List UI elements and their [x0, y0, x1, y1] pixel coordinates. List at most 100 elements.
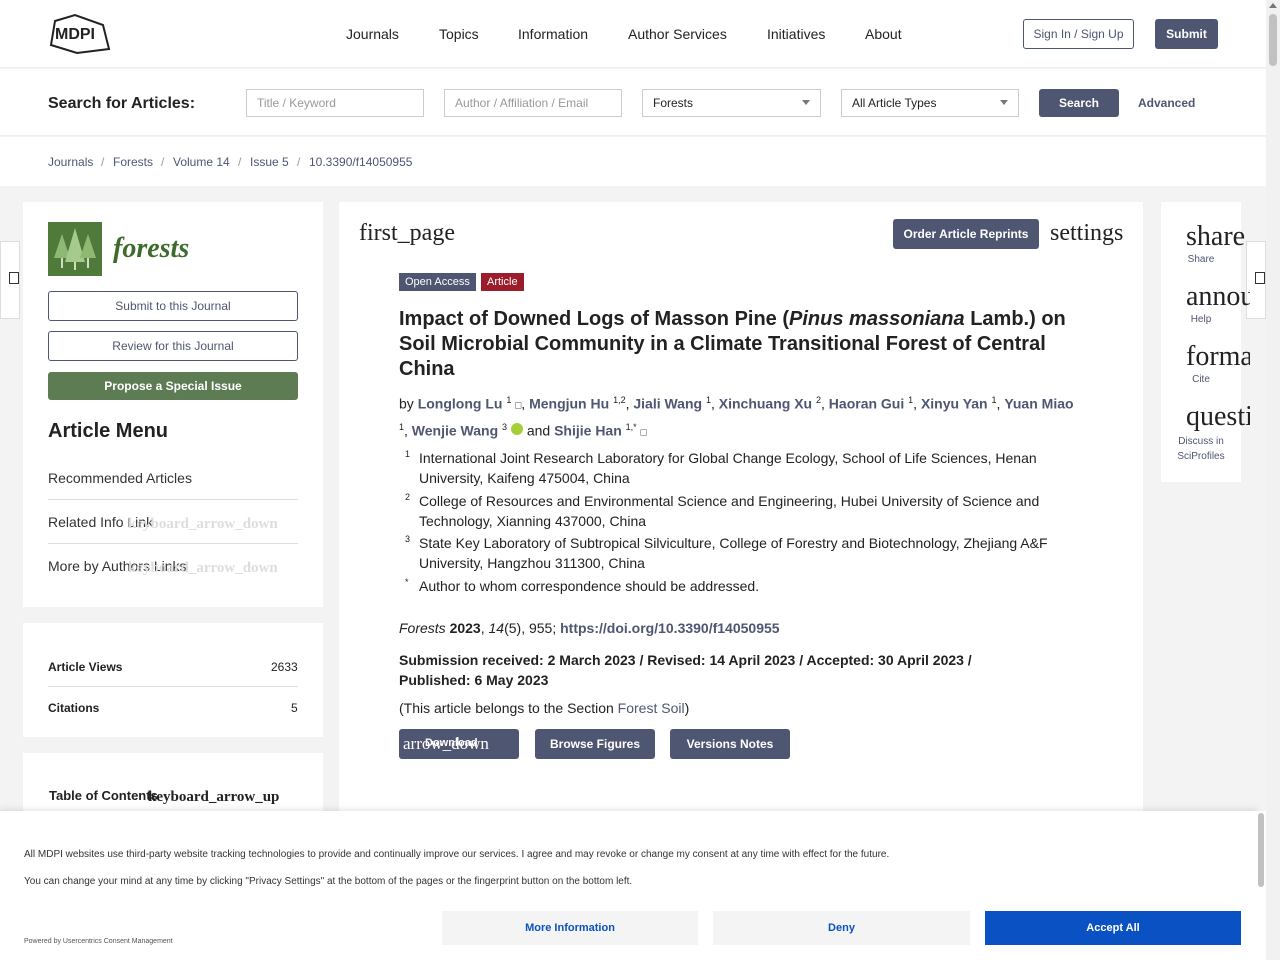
powered-by-text[interactable]: Powered by Usercentrics Consent Manageme… [24, 938, 173, 945]
download-button[interactable]: Download arrow_down [399, 729, 519, 759]
breadcrumb-volume[interactable]: Volume 14 [173, 155, 230, 169]
citations-value: 5 [291, 701, 298, 715]
order-reprints-button[interactable]: Order Article Reprints [893, 219, 1039, 249]
doi-link[interactable]: https://doi.org/10.3390/f14050955 [560, 620, 779, 636]
share-icon[interactable]: share [1186, 221, 1250, 253]
affiliation-text: Author to whom correspondence should be … [419, 578, 760, 594]
author-affiliation-input[interactable]: Author / Affiliation / Email [444, 89, 622, 117]
section-link[interactable]: Forest Soil [618, 700, 685, 716]
author-link[interactable]: Mengjun Hu [529, 396, 609, 412]
author-affil-sup: 1 [705, 395, 711, 405]
nav-about[interactable]: About [865, 26, 902, 42]
author-link[interactable]: Haoran Gui [829, 396, 904, 412]
left-panel-toggle[interactable] [0, 241, 20, 319]
settings-icon[interactable]: settings [1050, 220, 1123, 247]
article-menu-title: Article Menu [48, 420, 169, 442]
author-affil-sup: 2 [816, 395, 822, 405]
breadcrumb-separator: / [297, 155, 301, 169]
scrollbar-thumb[interactable] [1269, 14, 1277, 66]
affiliation-text: College of Resources and Environmental S… [419, 493, 1040, 529]
forests-journal-logo[interactable] [48, 222, 102, 276]
article-views-label: Article Views [48, 660, 123, 674]
versions-notes-button[interactable]: Versions Notes [670, 729, 790, 759]
nav-author-services[interactable]: Author Services [628, 26, 727, 42]
signin-button[interactable]: Sign In / Sign Up [1023, 19, 1134, 49]
section-prefix: (This article belongs to the Section [399, 700, 618, 716]
affiliation-text: State Key Laboratory of Subtropical Silv… [419, 535, 1048, 571]
author-link[interactable]: Xinyu Yan [921, 396, 988, 412]
author-affil-sup: 1 [399, 421, 405, 432]
breadcrumb-doi: 10.3390/f14050955 [309, 155, 413, 169]
cookie-consent-banner: All MDPI websites use third-party websit… [0, 811, 1257, 960]
submit-to-journal-button[interactable]: Submit to this Journal [48, 291, 298, 321]
breadcrumb-separator: / [238, 155, 242, 169]
consent-scrollbar[interactable] [1257, 811, 1266, 960]
affiliation-number: 2 [405, 492, 411, 502]
divider [48, 499, 298, 500]
nav-journals[interactable]: Journals [346, 26, 399, 42]
expand-arrow-icon[interactable]: keyboard_arrow_down [128, 560, 278, 577]
search-label: Search for Articles: [48, 95, 196, 112]
toc-label[interactable]: Table of Contents [49, 788, 158, 803]
breadcrumb-forests[interactable]: Forests [113, 155, 153, 169]
discuss-icon[interactable]: question_answer [1186, 401, 1250, 433]
journal-select[interactable]: Forests [642, 89, 821, 117]
citation-line: Forests 2023, 14(5), 955; https://doi.or… [399, 620, 780, 636]
article-type-badge: Article [481, 273, 524, 291]
svg-text:MDPI: MDPI [55, 26, 95, 43]
discuss-label[interactable]: Discuss in SciProfiles [1173, 434, 1229, 464]
consent-text: You can change your mind at any time by … [24, 876, 633, 887]
help-label[interactable]: Help [1181, 314, 1221, 325]
cite-issue-pages: (5), 955; [504, 620, 561, 636]
cite-journal: Forests [399, 620, 446, 636]
divider [48, 543, 298, 544]
submit-button[interactable]: Submit [1155, 19, 1218, 49]
author-link[interactable]: Xinchuang Xu [719, 396, 812, 412]
cite-icon[interactable]: format_quote [1186, 341, 1250, 373]
collapse-arrow-icon[interactable]: keyboard_arrow_up [148, 789, 279, 806]
author-link[interactable]: Jiali Wang [633, 396, 702, 412]
help-icon[interactable]: announcement [1186, 281, 1250, 313]
email-icon[interactable]: □ [641, 427, 647, 438]
author-link[interactable]: Wenjie Wang [412, 422, 498, 438]
author-affil-sup: 1,2 [613, 395, 626, 405]
article-title: Impact of Downed Logs of Masson Pine (Pi… [399, 307, 1089, 382]
mdpi-logo[interactable]: MDPI [47, 13, 111, 55]
article-type-select[interactable]: All Article Types [841, 89, 1019, 117]
top-navbar: MDPI Journals Topics Information Author … [0, 0, 1266, 68]
authors-and: and [526, 422, 551, 439]
first-page-icon[interactable]: first_page [359, 220, 455, 247]
menu-recommended-articles[interactable]: Recommended Articles [48, 470, 192, 486]
scroll-up-icon[interactable] [1269, 3, 1277, 8]
advanced-search-link[interactable]: Advanced [1138, 96, 1195, 110]
accept-all-button[interactable]: Accept All [985, 911, 1241, 945]
breadcrumb-journals[interactable]: Journals [48, 155, 93, 169]
propose-special-issue-button[interactable]: Propose a Special Issue [48, 372, 298, 400]
orcid-icon[interactable] [510, 423, 523, 436]
cite-year: 2023 [449, 620, 481, 636]
journal-name[interactable]: forests [113, 233, 189, 265]
more-information-button[interactable]: More Information [442, 911, 698, 945]
publication-dates: Submission received: 2 March 2023 / Revi… [399, 652, 972, 688]
expand-arrow-icon[interactable]: keyboard_arrow_down [128, 516, 278, 533]
cite-label[interactable]: Cite [1181, 374, 1221, 385]
breadcrumb-issue[interactable]: Issue 5 [250, 155, 289, 169]
nav-information[interactable]: Information [518, 26, 588, 42]
review-for-journal-button[interactable]: Review for this Journal [48, 331, 298, 361]
deny-button[interactable]: Deny [713, 911, 970, 945]
title-keyword-input[interactable]: Title / Keyword [246, 89, 424, 117]
author-link[interactable]: Longlong Lu [418, 396, 503, 412]
share-label[interactable]: Share [1181, 254, 1221, 265]
consent-scroll-thumb[interactable] [1258, 813, 1264, 887]
page-scrollbar[interactable] [1266, 0, 1280, 960]
nav-topics[interactable]: Topics [439, 26, 479, 42]
author-link[interactable]: Shijie Han [554, 422, 622, 438]
nav-initiatives[interactable]: Initiatives [767, 26, 825, 42]
panel-icon [1255, 272, 1265, 284]
title-text: Impact of Downed Logs of Masson Pine ( [399, 308, 790, 330]
search-button[interactable]: Search [1039, 89, 1119, 117]
email-icon[interactable]: □ [515, 401, 521, 412]
author-list: by Longlong Lu 1 □, Mengjun Hu 1,2, Jial… [399, 395, 1074, 439]
author-link[interactable]: Yuan Miao [1004, 396, 1073, 412]
browse-figures-button[interactable]: Browse Figures [535, 729, 655, 759]
